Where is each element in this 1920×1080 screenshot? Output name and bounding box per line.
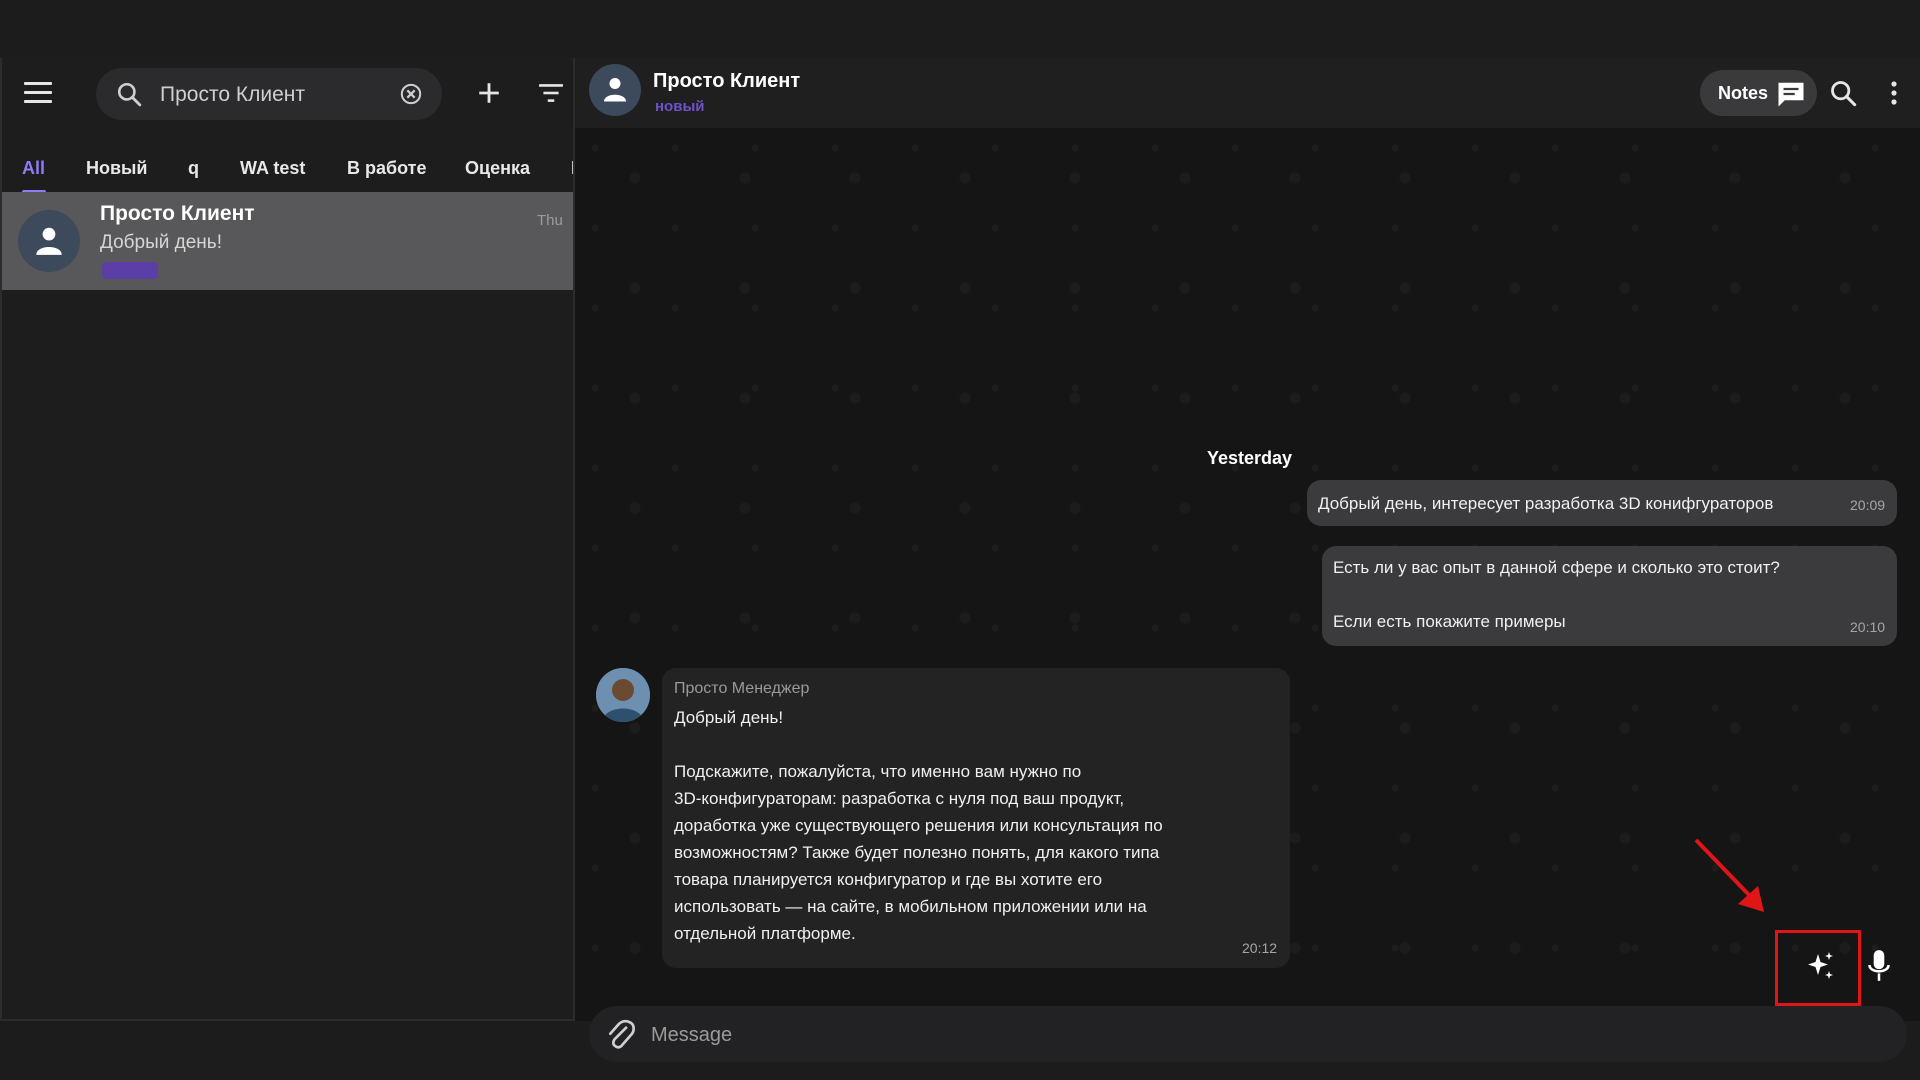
search-messages-icon[interactable] (1829, 79, 1857, 107)
user-photo-icon (596, 668, 650, 722)
contact-name[interactable]: Просто Клиент (653, 70, 800, 93)
message-composer (589, 1006, 1907, 1062)
more-options-icon[interactable] (1890, 80, 1898, 106)
user-icon (604, 78, 626, 102)
message-bubble-outgoing[interactable]: Есть ли у вас опыт в данной сфере и скол… (1322, 546, 1897, 646)
attach-icon[interactable] (605, 1018, 635, 1052)
message-bubble-outgoing[interactable]: Добрый день, интересует разработка 3D ко… (1307, 480, 1897, 526)
search-box (96, 68, 442, 120)
annotation-arrow-icon (1694, 838, 1764, 912)
message-text: Добрый день! Подскажите, пожалуйста, что… (674, 708, 1163, 943)
message-time: 20:09 (1850, 497, 1886, 513)
chat-list-panel: All Новый q WA test В работе Оценка К Пр… (0, 58, 575, 1021)
status-tag (102, 262, 158, 279)
folder-tabs: All Новый q WA test В работе Оценка К (2, 144, 573, 192)
message-input[interactable] (649, 1018, 1753, 1052)
tab-new[interactable]: Новый (86, 144, 148, 192)
date-separator: Yesterday (1207, 448, 1293, 468)
tab-more[interactable]: К (571, 144, 573, 192)
tab-all[interactable]: All (22, 144, 45, 192)
sender-name: Просто Менеджер (674, 680, 810, 697)
tab-wa-test[interactable]: WA test (240, 144, 305, 192)
menu-icon[interactable] (24, 82, 52, 104)
message-text: Добрый день, интересует разработка 3D ко… (1318, 494, 1774, 513)
ai-sparkle-icon[interactable] (1804, 950, 1836, 982)
microphone-icon[interactable] (1866, 948, 1892, 984)
tab-evaluation[interactable]: Оценка (465, 144, 530, 192)
chat-list-item[interactable]: Просто Клиент Добрый день! Thu (2, 192, 573, 290)
message-time: 20:10 (1850, 619, 1886, 635)
search-icon (117, 82, 142, 107)
conversation-header: Просто Клиент новый Notes (575, 58, 1920, 128)
chat-bubble-icon (1778, 82, 1804, 107)
tab-q[interactable]: q (188, 144, 199, 192)
notes-button[interactable]: Notes (1700, 70, 1817, 116)
message-bubble-incoming[interactable]: Просто Менеджер Добрый день! Подскажите,… (662, 668, 1290, 968)
notes-label: Notes (1718, 83, 1769, 103)
message-text: Есть ли у вас опыт в данной сфере и скол… (1333, 558, 1780, 631)
avatar (18, 210, 80, 272)
filter-icon[interactable] (538, 82, 564, 104)
chat-preview: Добрый день! (100, 232, 222, 253)
chat-name: Просто Клиент (100, 202, 255, 225)
message-time: 20:12 (1242, 940, 1278, 956)
app-window: All Новый q WA test В работе Оценка К Пр… (0, 58, 1920, 1062)
header-avatar[interactable] (589, 64, 641, 116)
contact-status: новый (655, 98, 705, 115)
clear-search-icon[interactable] (400, 83, 422, 105)
user-icon (36, 227, 62, 255)
manager-avatar[interactable] (596, 668, 650, 722)
search-input[interactable] (158, 78, 382, 112)
tab-in-progress[interactable]: В работе (347, 144, 427, 192)
chat-time: Thu (537, 212, 563, 229)
add-chat-icon[interactable] (476, 80, 502, 106)
